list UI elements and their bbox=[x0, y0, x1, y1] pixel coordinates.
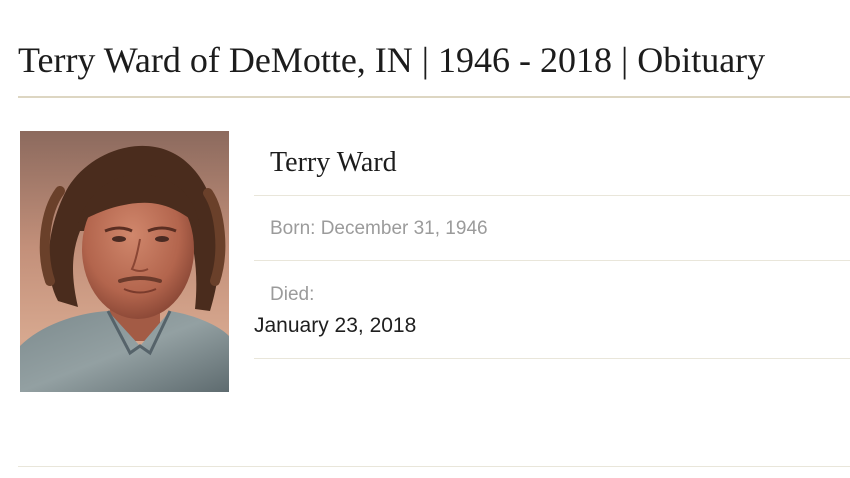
born-date: Born: December 31, 1946 bbox=[270, 218, 488, 239]
died-label: Died: bbox=[270, 284, 315, 305]
died-divider bbox=[254, 358, 850, 359]
name-divider bbox=[254, 195, 850, 196]
portrait-photo bbox=[20, 131, 229, 392]
born-divider bbox=[254, 260, 850, 261]
deceased-name: Terry Ward bbox=[270, 147, 397, 178]
title-divider bbox=[18, 96, 850, 98]
section-bottom-divider bbox=[18, 466, 850, 467]
died-date: January 23, 2018 bbox=[254, 314, 417, 337]
page-title: Terry Ward of DeMotte, IN | 1946 - 2018 … bbox=[18, 40, 766, 80]
